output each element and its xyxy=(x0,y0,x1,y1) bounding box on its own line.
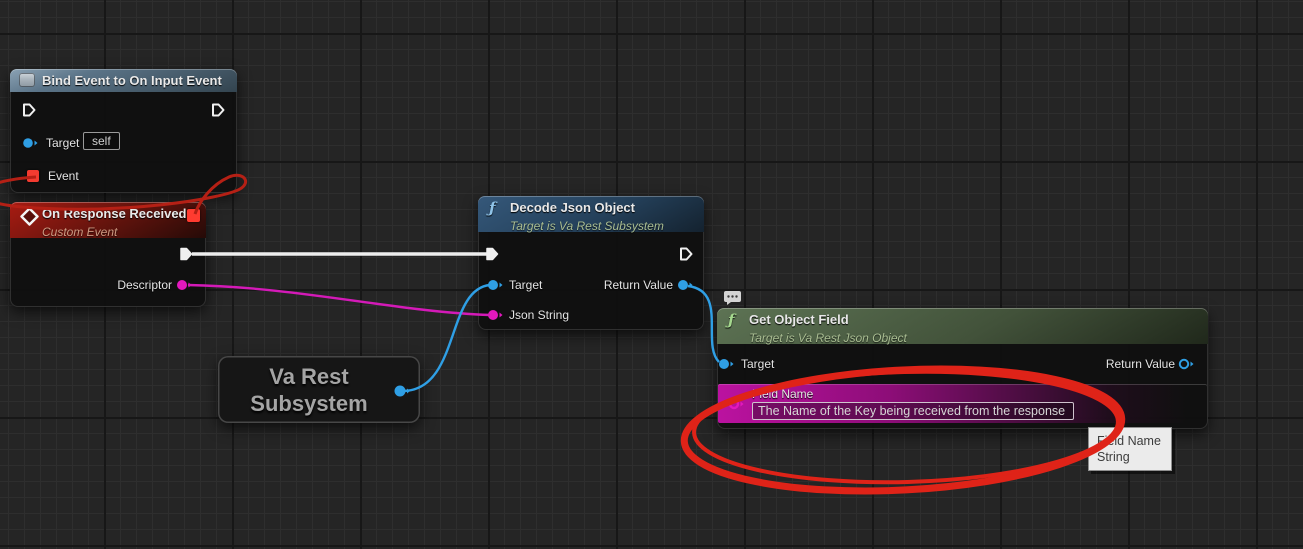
return-value-pin-label: Return Value xyxy=(1106,357,1175,371)
bind-event-node-header[interactable]: Bind Event to On Input Event xyxy=(10,69,237,92)
target-object-pin[interactable] xyxy=(21,135,37,151)
node-subtitle: Target is Va Rest Subsystem xyxy=(510,219,664,233)
field-name-pin-row[interactable]: Field Name xyxy=(718,384,1207,423)
node-title: On Response Received xyxy=(42,206,187,221)
bind-event-icon xyxy=(19,73,35,87)
node-title: Bind Event to On Input Event xyxy=(42,73,222,88)
node-get-object-field[interactable]: ƒ Get Object Field Target is Va Rest Jso… xyxy=(717,308,1208,429)
node-bind-event-to-on-input-event[interactable]: Bind Event to On Input Event Target self… xyxy=(10,69,237,193)
target-object-pin[interactable] xyxy=(717,356,733,372)
target-pin-label: Target xyxy=(46,136,79,150)
node-title: Get Object Field xyxy=(749,312,849,327)
return-value-pin-label: Return Value xyxy=(604,278,673,292)
node-on-response-received[interactable]: On Response Received Custom Event Descri… xyxy=(10,202,206,307)
node-decode-json-object[interactable]: ƒ Decode Json Object Target is Va Rest S… xyxy=(478,196,704,330)
field-name-pin-label: Field Name xyxy=(752,387,813,401)
get-object-field-node-header[interactable]: ƒ Get Object Field Target is Va Rest Jso… xyxy=(717,308,1208,344)
exec-in-pin[interactable] xyxy=(21,102,37,118)
json-string-pin[interactable] xyxy=(486,307,502,323)
on-response-node-header[interactable]: On Response Received Custom Event xyxy=(10,202,206,238)
descriptor-pin-label: Descriptor xyxy=(117,278,172,292)
node-va-rest-subsystem[interactable]: Va Rest Subsystem xyxy=(218,356,420,423)
exec-out-pin[interactable] xyxy=(678,246,694,262)
target-pin-label: Target xyxy=(741,357,774,371)
node-subtitle: Target is Va Rest Json Object xyxy=(749,331,907,345)
exec-in-pin[interactable] xyxy=(484,246,500,262)
event-delegate-pin[interactable] xyxy=(27,170,39,182)
node-title: Decode Json Object xyxy=(510,200,635,215)
field-name-input[interactable] xyxy=(752,402,1074,420)
subsystem-output-pin[interactable] xyxy=(393,383,409,399)
comment-bubble-icon[interactable] xyxy=(723,290,743,311)
wire-string[interactable] xyxy=(188,285,490,315)
field-name-string-pin[interactable] xyxy=(727,396,743,412)
json-string-pin-label: Json String xyxy=(509,308,569,322)
target-self-value[interactable]: self xyxy=(83,132,120,150)
pin-tooltip: Field Name String xyxy=(1088,427,1172,471)
exec-out-pin[interactable] xyxy=(210,102,226,118)
exec-out-pin[interactable] xyxy=(178,246,194,262)
tooltip-line-1: Field Name xyxy=(1097,434,1161,448)
descriptor-string-pin[interactable] xyxy=(175,277,191,293)
blueprint-graph-canvas[interactable]: Bind Event to On Input Event Target self… xyxy=(0,0,1303,549)
return-value-object-pin[interactable] xyxy=(676,277,692,293)
event-pin-label: Event xyxy=(48,169,79,183)
compact-node-title: Va Rest Subsystem xyxy=(250,363,367,417)
function-icon: ƒ xyxy=(728,311,734,329)
tooltip-line-2: String xyxy=(1097,450,1130,464)
decode-json-node-header[interactable]: ƒ Decode Json Object Target is Va Rest S… xyxy=(478,196,704,232)
return-value-object-pin[interactable] xyxy=(1177,356,1193,372)
function-icon: ƒ xyxy=(489,199,495,217)
node-subtitle: Custom Event xyxy=(42,225,117,239)
target-pin-label: Target xyxy=(509,278,542,292)
target-object-pin[interactable] xyxy=(486,277,502,293)
output-delegate-pin[interactable] xyxy=(187,209,200,222)
custom-event-icon xyxy=(20,207,39,231)
